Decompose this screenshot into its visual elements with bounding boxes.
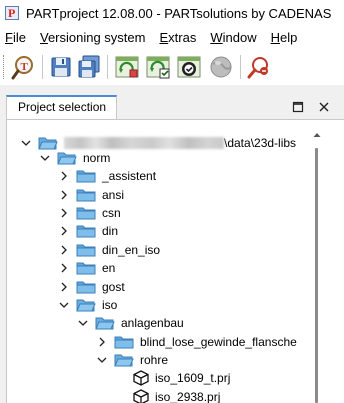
folder-icon <box>76 242 96 258</box>
tree-root-path: \data\23d-libs <box>224 136 297 150</box>
folder-open-icon <box>57 150 77 166</box>
chevron-right-icon[interactable] <box>58 225 70 237</box>
close-icon[interactable] <box>316 99 332 115</box>
cube-icon <box>133 389 149 403</box>
scrollbar-thumb[interactable] <box>315 148 318 403</box>
menu-bar: File Versioning system Extras Window Hel… <box>0 27 344 49</box>
menu-help-label: elp <box>279 30 298 45</box>
menu-help-mnemonic: H <box>270 30 280 45</box>
partproject-app-icon: P <box>5 5 21 22</box>
chevron-right-icon[interactable] <box>96 336 108 348</box>
toolbar-separator <box>42 55 43 79</box>
chevron-down-icon[interactable] <box>77 317 89 329</box>
folder-open-icon <box>76 297 96 313</box>
tree-item-label: gost <box>102 280 125 294</box>
save-icon[interactable] <box>47 53 75 81</box>
scroll-up-icon[interactable] <box>313 128 321 137</box>
globe-icon[interactable] <box>207 53 235 81</box>
maximize-icon[interactable] <box>290 99 306 115</box>
tree-item-folder[interactable]: norm <box>39 148 110 168</box>
vertical-scrollbar[interactable] <box>313 128 321 403</box>
tree-item-folder[interactable]: csn <box>58 203 121 223</box>
menu-file-mnemonic: F <box>5 30 13 45</box>
chevron-right-icon[interactable] <box>58 189 70 201</box>
tree-item-label: iso_1609_t.prj <box>155 371 231 385</box>
tab-project-selection[interactable]: Project selection <box>6 95 117 120</box>
tree-item-label: anlagenbau <box>121 316 184 330</box>
folder-open-icon <box>95 315 115 331</box>
menu-file-label: ile <box>12 30 26 45</box>
versioning-sync-icon[interactable] <box>144 53 172 81</box>
tree-item-folder[interactable]: _assistent <box>58 166 156 186</box>
menu-versioning-mnemonic: V <box>39 30 48 45</box>
menu-window-mnemonic: W <box>210 30 223 45</box>
chevron-right-icon[interactable] <box>58 281 70 293</box>
tree-item-project[interactable]: iso_1609_t.prj <box>115 368 230 388</box>
tree-item-folder[interactable]: gost <box>58 277 125 297</box>
folder-icon <box>76 205 96 221</box>
chevron-right-icon[interactable] <box>58 170 70 182</box>
tree-item-project[interactable]: iso_2938.prj <box>115 387 220 403</box>
tree-item-label: rohre <box>140 353 169 367</box>
menu-extras[interactable]: Extras <box>152 27 203 49</box>
toolbar: T <box>0 49 344 85</box>
tree-item-folder[interactable]: blind_lose_gewinde_flansche <box>96 332 297 352</box>
tree-item-folder[interactable]: en <box>58 258 115 278</box>
menu-extras-label: xtras <box>168 30 197 45</box>
versioning-check-icon[interactable] <box>175 53 203 81</box>
toolbar-separator <box>240 55 241 79</box>
folder-icon <box>76 260 96 276</box>
folder-icon <box>76 223 96 239</box>
menu-file[interactable]: File <box>0 27 33 49</box>
chevron-down-icon[interactable] <box>58 299 70 311</box>
tree-item-label: csn <box>102 206 121 220</box>
tree-item-folder[interactable]: iso <box>58 295 117 315</box>
folder-open-icon <box>114 352 134 368</box>
chevron-down-icon[interactable] <box>39 152 51 164</box>
tree-item-folder[interactable]: din <box>58 221 118 241</box>
menu-window-label: indow <box>222 30 257 45</box>
folder-icon <box>76 187 96 203</box>
search-remove-icon[interactable] <box>244 53 272 81</box>
versioning-update-icon[interactable] <box>113 53 141 81</box>
folder-icon <box>76 168 96 184</box>
tree-item-folder[interactable]: anlagenbau <box>77 313 184 333</box>
tree-item-folder[interactable]: din_en_iso <box>58 240 160 260</box>
tree-item-label: iso_2938.prj <box>155 390 221 403</box>
tree-item-label: ansi <box>102 188 125 202</box>
menu-versioning-label: ersioning system <box>47 30 146 45</box>
panel-header-bar <box>117 94 344 120</box>
chevron-right-icon[interactable] <box>58 244 70 256</box>
chevron-down-icon[interactable] <box>20 137 32 149</box>
tree-item-folder[interactable]: rohre <box>96 350 168 370</box>
chevron-down-icon[interactable] <box>96 354 108 366</box>
chevron-right-icon[interactable] <box>58 262 70 274</box>
tree-item-label: din_en_iso <box>102 243 161 257</box>
chevron-right-icon[interactable] <box>58 207 70 219</box>
svg-text:T: T <box>21 61 29 73</box>
tree-item-label: norm <box>83 151 111 165</box>
tree-item-label: iso <box>102 298 118 312</box>
tree-item-label: _assistent <box>102 169 157 183</box>
menu-versioning-system[interactable]: Versioning system <box>33 27 153 49</box>
menu-extras-mnemonic: E <box>159 30 169 45</box>
title-bar: P PARTproject 12.08.00 - PARTsolutions b… <box>0 0 344 27</box>
tree-item-label: din <box>102 224 119 238</box>
menu-window[interactable]: Window <box>203 27 263 49</box>
tree-item-label: en <box>102 261 116 275</box>
search-parts-icon[interactable]: T <box>10 53 38 81</box>
toolbar-grip[interactable] <box>3 55 6 79</box>
toolbar-separator <box>107 55 108 79</box>
folder-icon <box>114 334 134 350</box>
tree-item-folder[interactable]: ansi <box>58 185 124 205</box>
tree-item-label: blind_lose_gewinde_flansche <box>140 335 297 349</box>
window-title: PARTproject 12.08.00 - PARTsolutions by … <box>26 6 332 21</box>
save-all-icon[interactable] <box>75 53 103 81</box>
folder-icon <box>76 279 96 295</box>
menu-help[interactable]: Help <box>264 27 305 49</box>
cube-icon <box>133 370 149 386</box>
